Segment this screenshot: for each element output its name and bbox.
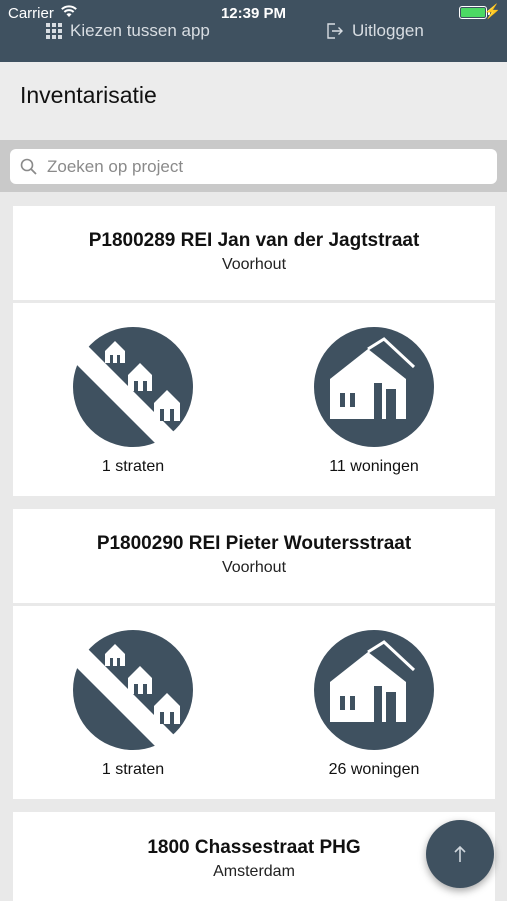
- project-card[interactable]: P1800289 REI Jan van der Jagtstraat Voor…: [13, 206, 495, 496]
- project-card[interactable]: P1800290 REI Pieter Woutersstraat Voorho…: [13, 509, 495, 799]
- logout-icon: [327, 23, 343, 39]
- switch-app-button[interactable]: Kiezen tussen app: [46, 20, 210, 42]
- project-card[interactable]: 1800 Chassestraat PHG Amsterdam: [13, 812, 495, 901]
- homes-stat[interactable]: 26 woningen: [309, 630, 439, 779]
- project-card-header[interactable]: P1800289 REI Jan van der Jagtstraat Voor…: [13, 206, 495, 300]
- project-stats: 1 straten 11 woningen: [13, 303, 495, 496]
- logout-button[interactable]: Uitloggen: [326, 20, 424, 42]
- house-icon: [314, 630, 434, 750]
- project-card-header[interactable]: 1800 Chassestraat PHG Amsterdam: [13, 812, 495, 901]
- streets-label: 1 straten: [101, 761, 165, 778]
- page-title: Inventarisatie: [20, 82, 157, 108]
- project-place: Voorhout: [221, 559, 287, 576]
- search-icon: [20, 158, 37, 175]
- project-name: 1800 Chassestraat PHG: [147, 837, 361, 858]
- streets-icon: [73, 327, 193, 447]
- arrow-up-icon: [454, 845, 466, 862]
- project-place: Voorhout: [221, 256, 287, 273]
- streets-stat[interactable]: 1 straten: [68, 327, 198, 476]
- streets-stat[interactable]: 1 straten: [68, 630, 198, 779]
- homes-label: 26 woningen: [328, 761, 420, 778]
- top-bar: Carrier 12:39 PM ⚡ Kiezen tussen app Uit…: [0, 0, 507, 62]
- homes-label: 11 woningen: [329, 458, 419, 475]
- homes-stat[interactable]: 11 woningen: [309, 327, 439, 476]
- streets-label: 1 straten: [101, 458, 165, 475]
- project-card-header[interactable]: P1800290 REI Pieter Woutersstraat Voorho…: [13, 509, 495, 603]
- scroll-to-top-button[interactable]: [426, 820, 494, 888]
- logout-label: Uitloggen: [352, 21, 424, 40]
- search-box[interactable]: [10, 149, 497, 184]
- page-header: Inventarisatie: [0, 62, 507, 140]
- house-icon: [314, 327, 434, 447]
- charging-icon: ⚡: [483, 3, 501, 19]
- project-place: Amsterdam: [213, 863, 295, 880]
- search-input[interactable]: [45, 155, 469, 178]
- project-name: P1800289 REI Jan van der Jagtstraat: [88, 230, 420, 251]
- search-bar: [0, 140, 507, 192]
- switch-app-label: Kiezen tussen app: [70, 21, 210, 40]
- streets-icon: [73, 630, 193, 750]
- project-name: P1800290 REI Pieter Woutersstraat: [96, 533, 412, 554]
- project-stats: 1 straten 26 woningen: [13, 606, 495, 799]
- grid-icon: [46, 23, 62, 39]
